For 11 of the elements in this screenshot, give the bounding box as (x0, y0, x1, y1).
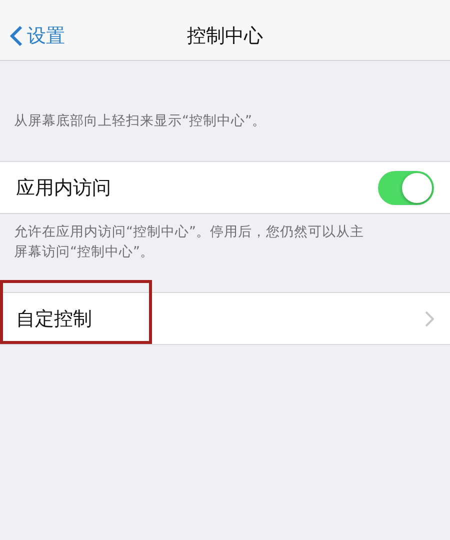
back-button[interactable]: 设置 (6, 12, 69, 60)
section-note: 从屏幕底部向上轻扫来显示“控制中心”。 (13, 112, 267, 131)
row-label: 自定控制 (16, 306, 93, 332)
settings-row[interactable]: 应用内访问 (0, 161, 450, 214)
chevron-right-icon (425, 310, 434, 326)
section-note: 允许在应用内访问“控制中心”。停用后，您仍然可以从主屏幕访问“控制中心”。 (13, 223, 365, 262)
toggle-switch[interactable] (378, 170, 434, 204)
settings-row[interactable]: 自定控制 (0, 292, 450, 345)
back-chevron-icon (10, 25, 23, 47)
row-label: 应用内访问 (16, 176, 112, 200)
page-title: 控制中心 (187, 24, 263, 49)
